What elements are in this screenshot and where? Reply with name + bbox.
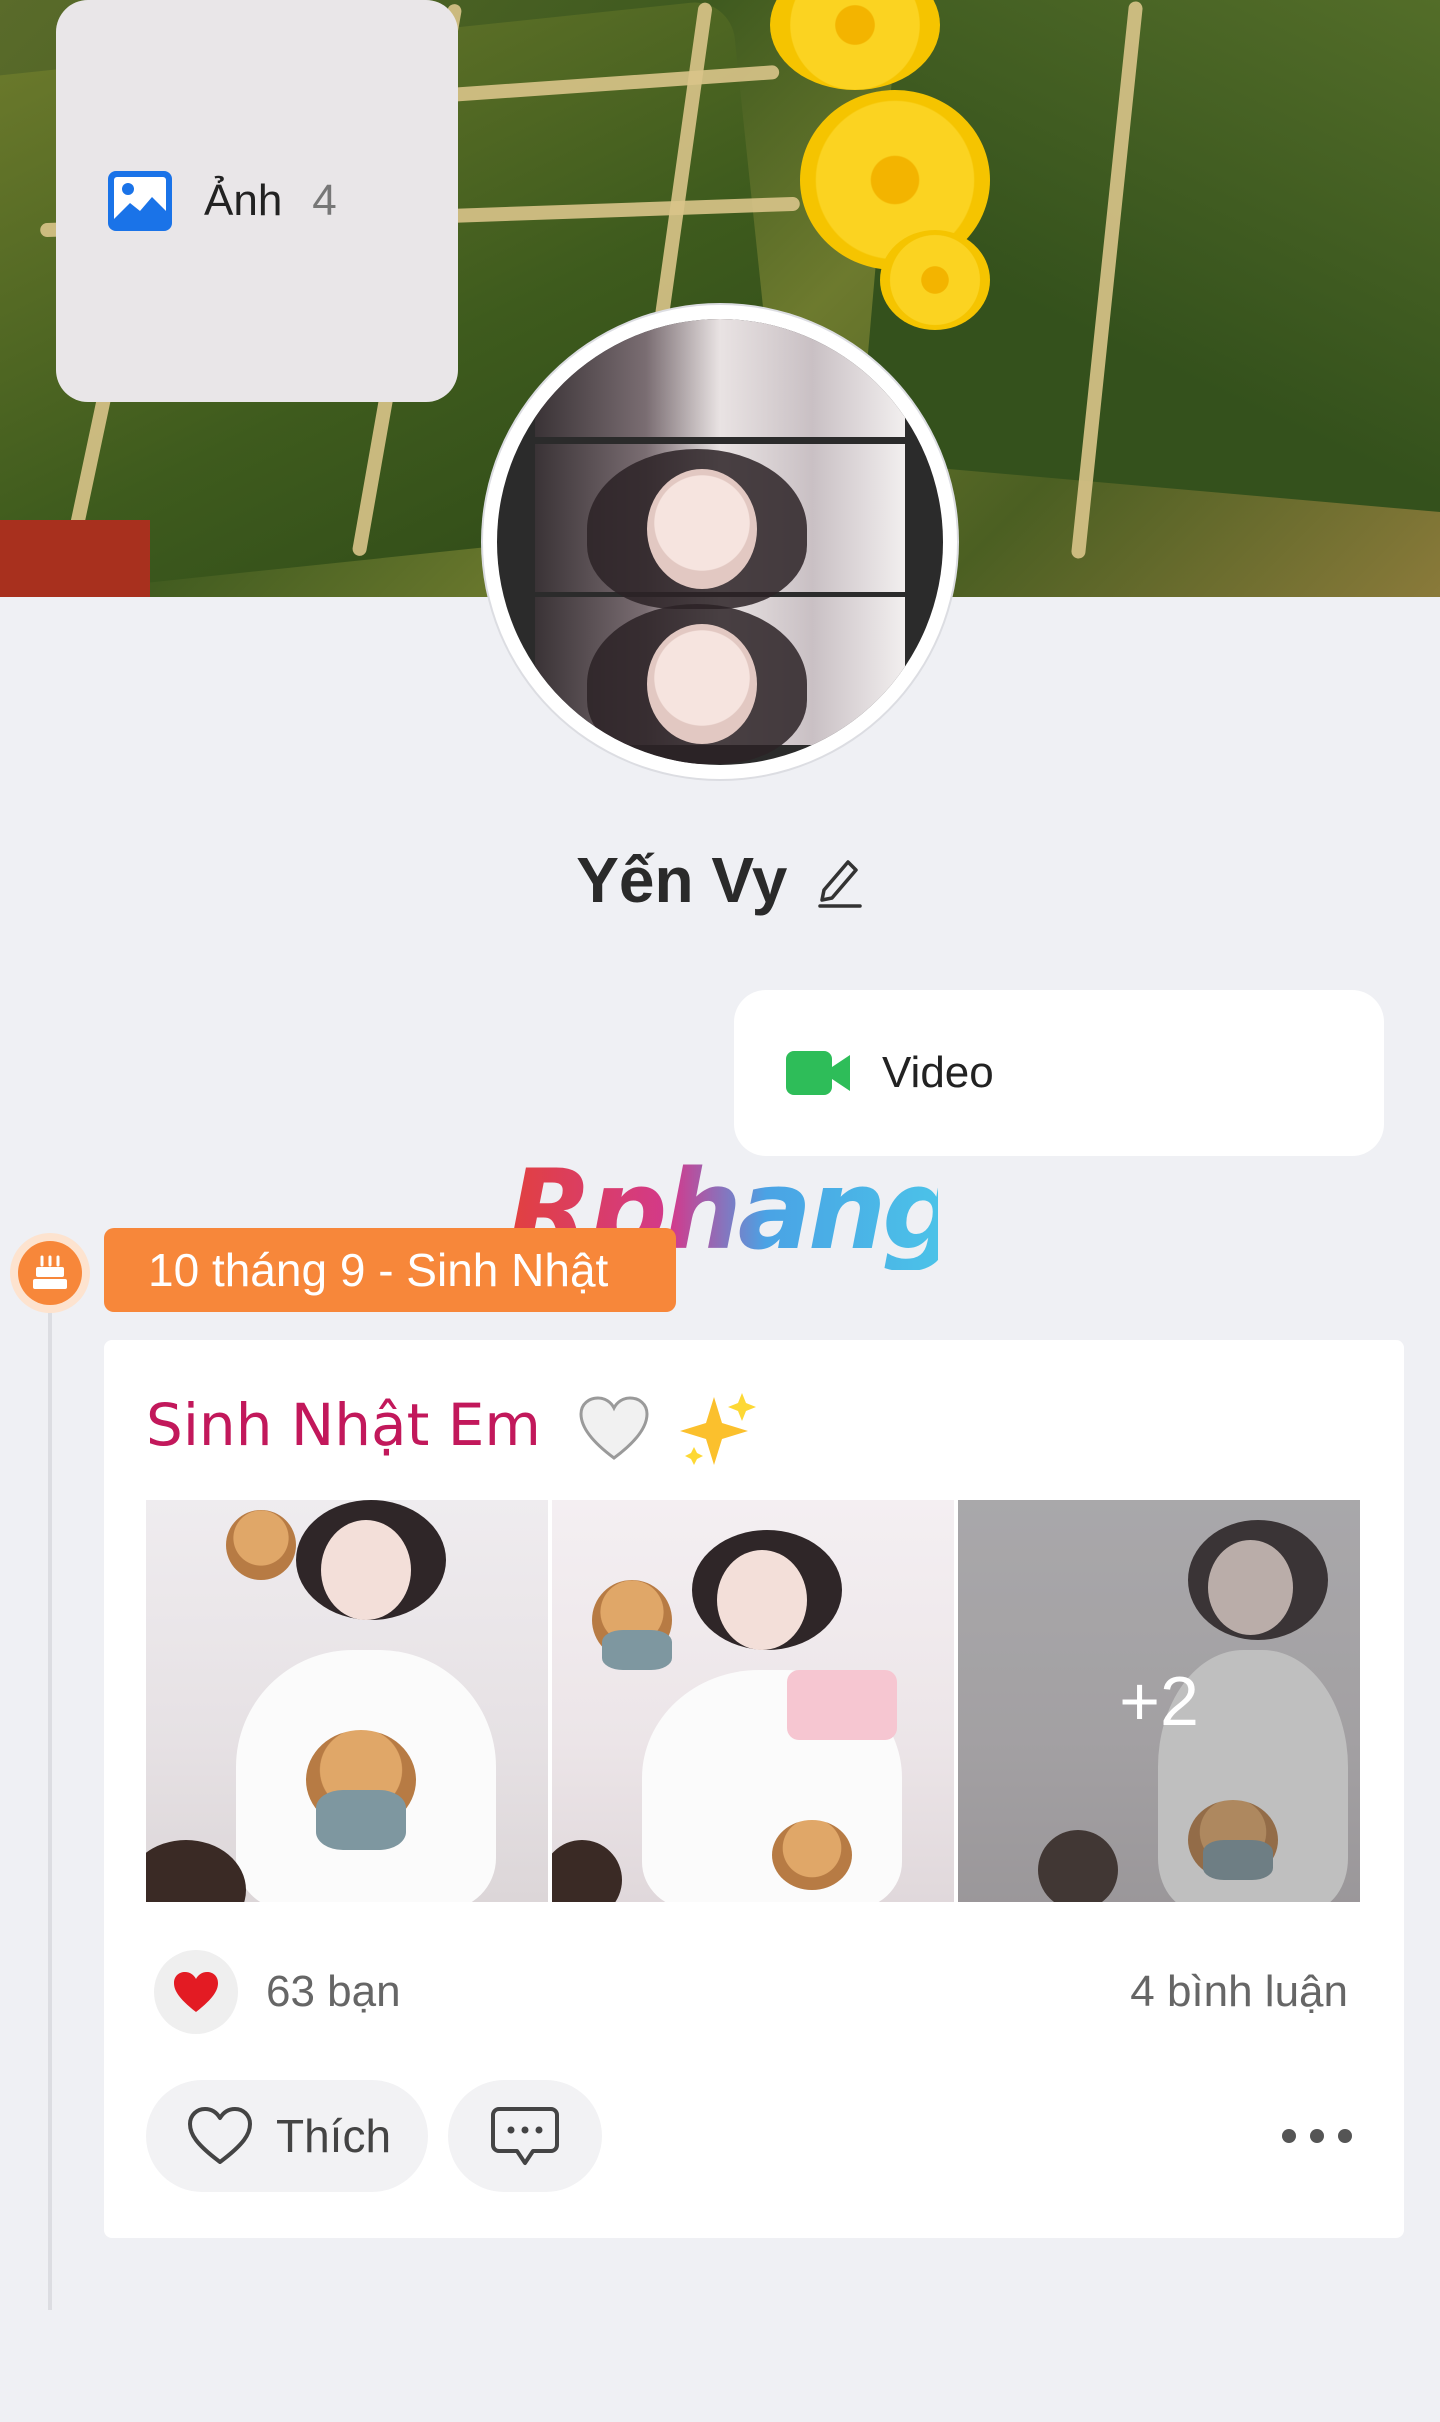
photos-tile[interactable]: Ảnh 4: [56, 0, 458, 402]
more-dot: [1310, 2129, 1324, 2143]
video-tile[interactable]: Video: [734, 990, 1384, 1156]
photo-detail: [602, 1630, 672, 1670]
avatar[interactable]: [497, 319, 943, 765]
post-photo[interactable]: [552, 1500, 954, 1902]
photo-detail: [321, 1520, 411, 1620]
comment-bubble-icon: [491, 2107, 559, 2165]
image-icon: [108, 171, 172, 231]
photo-detail: [146, 1840, 246, 1902]
comment-button[interactable]: [448, 2080, 602, 2192]
reactions-summary[interactable]: 63 bạn: [154, 1950, 401, 2034]
red-heart-icon: [174, 1972, 218, 2012]
profile-name-row: Yến Vy: [0, 830, 1440, 930]
photos-label: Ảnh: [204, 176, 283, 225]
post-photo[interactable]: [146, 1500, 548, 1902]
photo-detail: [316, 1790, 406, 1850]
photo-detail: [787, 1670, 897, 1740]
birthday-badge-inner: [18, 1241, 82, 1305]
like-button[interactable]: Thích: [146, 2080, 428, 2192]
post-card: Sinh Nhật Em +2 63 bạn 4 bình luận Thích: [104, 1340, 1404, 2238]
more-dot: [1282, 2129, 1296, 2143]
photo-detail: [226, 1510, 296, 1580]
photo-more-overlay: +2: [958, 1500, 1360, 1902]
photos-count: 4: [312, 176, 337, 225]
photo-detail: [772, 1820, 852, 1890]
timeline-line: [48, 1300, 52, 2310]
post-title-row: Sinh Nhật Em: [146, 1370, 760, 1480]
more-dot: [1338, 2129, 1352, 2143]
video-label: Video: [882, 1048, 994, 1097]
like-label: Thích: [276, 2110, 392, 2162]
video-camera-icon: [786, 1051, 850, 1095]
comments-count[interactable]: 4 bình luận: [1130, 1950, 1348, 2034]
reaction-bubble: [154, 1950, 238, 2034]
photo-detail: [717, 1550, 807, 1650]
birthday-cake-icon: [33, 1255, 67, 1289]
timeline-event-label: 10 tháng 9 - Sinh Nhật: [104, 1228, 676, 1312]
post-photo-grid: +2: [146, 1500, 1360, 1902]
photo-detail: [552, 1840, 622, 1902]
avatar-photo-strip: [535, 319, 905, 437]
post-photo-more[interactable]: +2: [958, 1500, 1360, 1902]
profile-name: Yến Vy: [576, 844, 788, 916]
birthday-badge: [10, 1233, 90, 1313]
heart-outline-icon: [188, 2107, 252, 2164]
sparkles-emoji-icon: [679, 1392, 756, 1465]
avatar-photo-detail: [647, 469, 757, 589]
cover-decoration: [0, 520, 150, 597]
photo-more-count: +2: [1119, 1662, 1199, 1740]
edit-pencil-icon[interactable]: [814, 850, 864, 910]
reaction-count: 63 bạn: [266, 1967, 401, 2016]
cover-decoration: [880, 230, 990, 330]
avatar-photo-detail: [647, 624, 757, 744]
post-title: Sinh Nhật Em: [146, 1391, 541, 1459]
more-dots-icon[interactable]: [1282, 2106, 1352, 2166]
heart-emoji-icon: [579, 1396, 649, 1460]
